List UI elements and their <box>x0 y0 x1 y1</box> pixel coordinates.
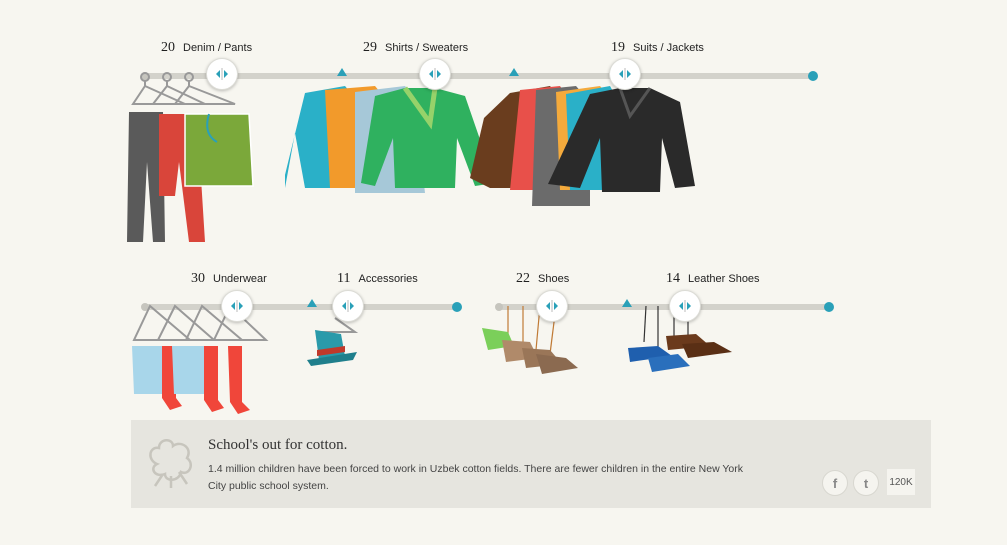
slider-handle-suits[interactable] <box>609 58 641 90</box>
category-count: 14 <box>666 271 680 286</box>
slider-arrows-icon <box>231 300 243 312</box>
rail-end-cap <box>808 71 818 81</box>
section-divider-marker <box>307 299 317 307</box>
category-count: 29 <box>363 40 377 55</box>
category-label-suits: 19 Suits / Jackets <box>611 40 704 56</box>
category-count: 30 <box>191 271 205 286</box>
category-name: Suits / Jackets <box>633 42 704 54</box>
facebook-icon: f <box>832 475 838 491</box>
slider-arrows-icon <box>342 300 354 312</box>
slider-arrows-icon <box>679 300 691 312</box>
category-count: 22 <box>516 271 530 286</box>
slider-handle-accessories[interactable] <box>332 290 364 322</box>
category-count: 11 <box>337 271 351 286</box>
hat-illustration <box>307 317 359 366</box>
slider-handle-shoes[interactable] <box>536 290 568 322</box>
section-divider-marker <box>509 68 519 76</box>
slider-arrows-icon <box>216 68 228 80</box>
jackets-illustration <box>470 86 695 206</box>
category-name: Shoes <box>538 273 570 285</box>
info-panel: School's out for cotton. 1.4 million chi… <box>131 420 931 508</box>
pants-illustration <box>127 72 254 242</box>
category-name: Shirts / Sweaters <box>385 42 469 54</box>
category-count: 20 <box>161 40 175 55</box>
category-label-accessories: 11 Accessories <box>337 271 418 287</box>
category-name: Leather Shoes <box>688 273 760 285</box>
rail-end-cap <box>452 302 462 312</box>
slider-handle-leather-shoes[interactable] <box>669 290 701 322</box>
rail-end-cap <box>824 302 834 312</box>
twitter-icon: t <box>863 475 869 491</box>
category-name: Accessories <box>358 273 418 285</box>
slider-arrows-icon <box>619 68 631 80</box>
category-label-shoes: 22 Shoes <box>516 271 569 287</box>
category-name: Denim / Pants <box>183 42 253 54</box>
slider-handle-shirts[interactable] <box>419 58 451 90</box>
facebook-share-button[interactable]: f <box>822 470 848 496</box>
cotton-icon <box>149 439 192 488</box>
section-divider-marker <box>337 68 347 76</box>
category-label-leather-shoes: 14 Leather Shoes <box>666 271 760 287</box>
slider-handle-underwear[interactable] <box>221 290 253 322</box>
share-count: 120K <box>887 469 915 495</box>
category-label-denim: 20 Denim / Pants <box>161 40 252 56</box>
panel-title: School's out for cotton. <box>208 437 348 453</box>
shoes-illustration <box>482 306 578 374</box>
slider-handle-denim[interactable] <box>206 58 238 90</box>
slider-arrows-icon <box>429 68 441 80</box>
slider-arrows-icon <box>546 300 558 312</box>
category-count: 19 <box>611 40 625 55</box>
twitter-share-button[interactable]: t <box>853 470 879 496</box>
category-label-shirts: 29 Shirts / Sweaters <box>363 40 468 56</box>
category-name: Underwear <box>213 273 267 285</box>
underwear-illustration <box>132 304 269 414</box>
category-label-underwear: 30 Underwear <box>191 271 267 287</box>
panel-body: 1.4 million children have been forced to… <box>208 463 744 492</box>
